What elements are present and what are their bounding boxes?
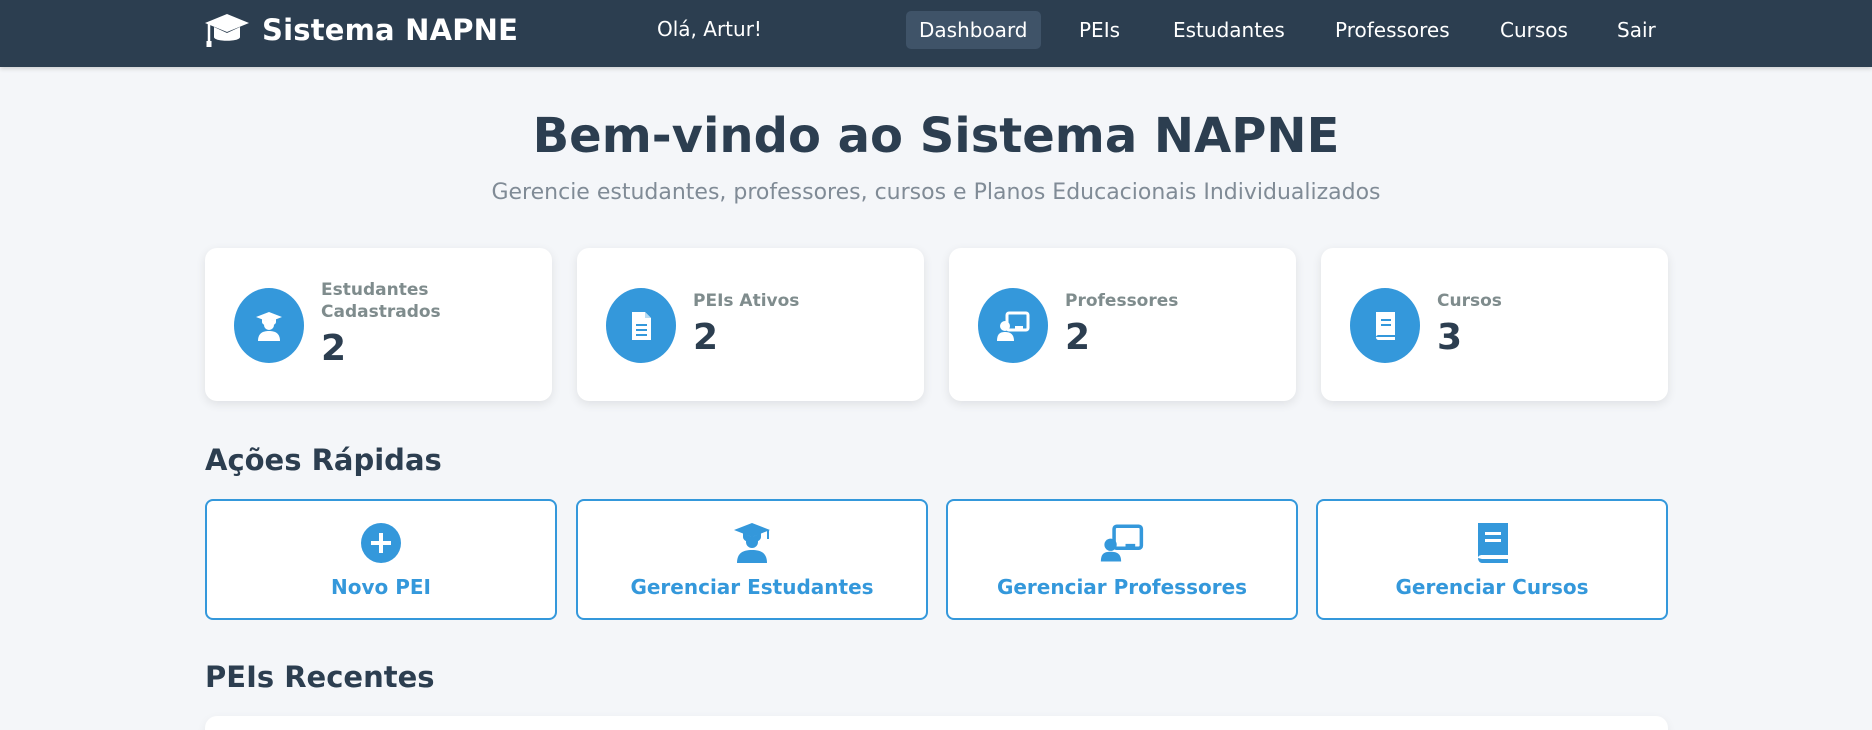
- stat-value: 2: [1065, 316, 1091, 358]
- book-icon: [1350, 288, 1420, 363]
- action-label: Gerenciar Estudantes: [630, 574, 874, 599]
- recent-peis-title: PEIs Recentes: [205, 660, 435, 694]
- gerenciar-cursos-button[interactable]: Gerenciar Cursos: [1316, 499, 1668, 620]
- stat-label: PEIs Ativos: [693, 290, 800, 311]
- nav-link-estudantes[interactable]: Estudantes: [1160, 11, 1298, 49]
- gerenciar-professores-button[interactable]: Gerenciar Professores: [946, 499, 1298, 620]
- action-label: Gerenciar Cursos: [1395, 574, 1589, 599]
- stat-label: Estudantes Cadastrados: [321, 279, 441, 322]
- document-icon: [606, 288, 676, 363]
- teacher-icon: [1100, 524, 1144, 561]
- nav-link-peis[interactable]: PEIs: [1066, 11, 1133, 49]
- nav-link-sair[interactable]: Sair: [1604, 11, 1669, 49]
- stat-card-peis: PEIs Ativos 2: [577, 248, 924, 401]
- nav-links: Dashboard PEIs Estudantes Professores Cu…: [0, 11, 1872, 49]
- quick-actions-title: Ações Rápidas: [205, 443, 442, 477]
- stat-label: Cursos: [1437, 290, 1502, 311]
- recent-peis-panel: [205, 716, 1668, 730]
- book-icon: [1478, 522, 1508, 563]
- page-title: Bem-vindo ao Sistema NAPNE: [532, 108, 1340, 164]
- stat-card-cursos: Cursos 3: [1321, 248, 1668, 401]
- plus-circle-icon: [361, 522, 401, 563]
- action-label: Novo PEI: [331, 574, 431, 599]
- stat-value: 2: [321, 327, 347, 369]
- stat-value: 2: [693, 316, 719, 358]
- stat-card-professores: Professores 2: [949, 248, 1296, 401]
- stat-card-estudantes: Estudantes Cadastrados 2: [205, 248, 552, 401]
- stat-value: 3: [1437, 316, 1463, 358]
- teacher-icon: [978, 288, 1048, 363]
- page-subtitle: Gerencie estudantes, professores, cursos…: [491, 180, 1381, 205]
- action-label: Gerenciar Professores: [996, 574, 1248, 599]
- nav-link-dashboard[interactable]: Dashboard: [906, 11, 1041, 49]
- novo-pei-button[interactable]: Novo PEI: [205, 499, 557, 620]
- student-icon: [734, 522, 770, 563]
- nav-link-professores[interactable]: Professores: [1322, 11, 1463, 49]
- gerenciar-estudantes-button[interactable]: Gerenciar Estudantes: [576, 499, 928, 620]
- stat-label: Professores: [1065, 290, 1179, 311]
- top-navbar: Sistema NAPNE Olá, Artur! Dashboard PEIs…: [0, 0, 1872, 67]
- student-icon: [234, 288, 304, 363]
- nav-link-cursos[interactable]: Cursos: [1487, 11, 1581, 49]
